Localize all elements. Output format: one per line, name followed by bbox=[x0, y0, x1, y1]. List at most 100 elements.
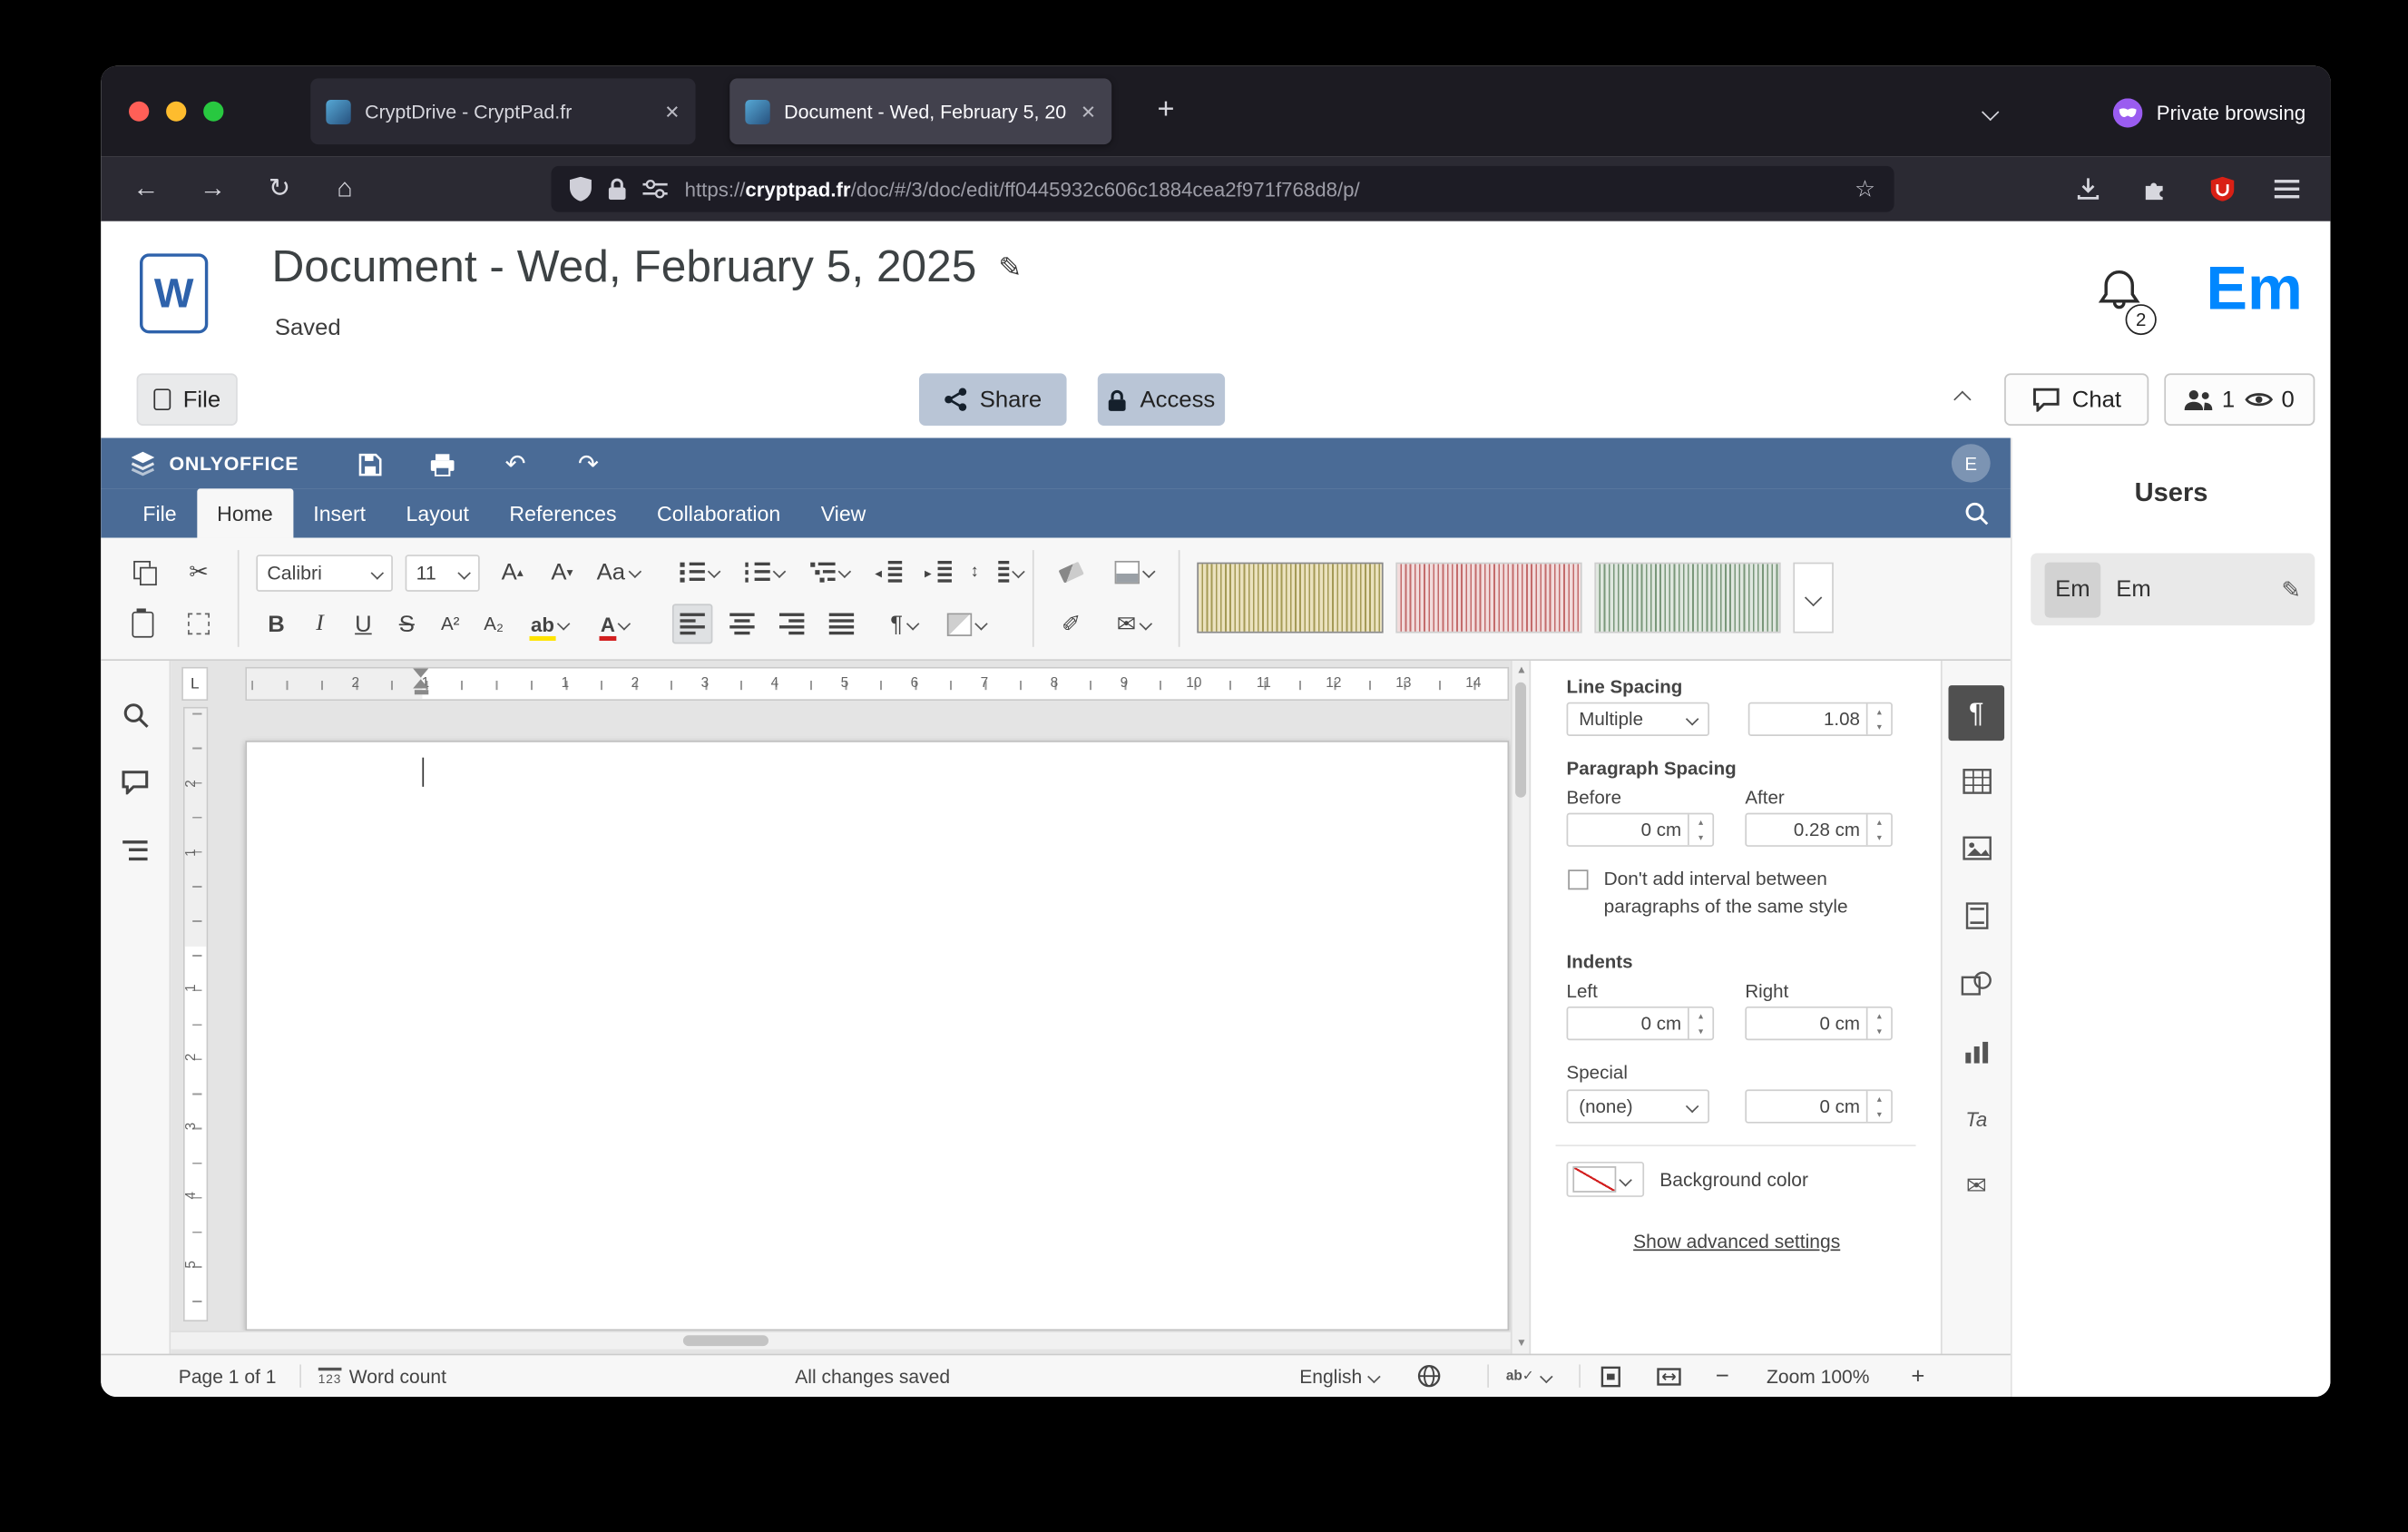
zoom-level[interactable]: Zoom 100% bbox=[1759, 1355, 1877, 1397]
editor-menu-tab[interactable]: Insert bbox=[293, 488, 386, 537]
spinner-up-icon[interactable]: ▴ bbox=[1689, 814, 1713, 830]
indent-right-spinner[interactable]: 0 cm ▴▾ bbox=[1745, 1007, 1893, 1040]
spinner-up-icon[interactable]: ▴ bbox=[1868, 1008, 1892, 1024]
downloads-button[interactable] bbox=[2067, 168, 2110, 211]
left-indent-marker[interactable] bbox=[413, 679, 428, 688]
advanced-settings-link[interactable]: Show advanced settings bbox=[1633, 1231, 1840, 1252]
list-all-tabs-button[interactable] bbox=[1970, 93, 2010, 133]
editor-menu-tab[interactable]: Collaboration bbox=[637, 488, 801, 537]
scrollbar-thumb[interactable] bbox=[683, 1335, 768, 1346]
header-footer-settings-tab[interactable] bbox=[1948, 889, 2004, 944]
align-right-button[interactable] bbox=[771, 604, 811, 643]
indent-marker-base[interactable] bbox=[415, 690, 428, 694]
shape-settings-tab[interactable] bbox=[1948, 956, 2004, 1011]
spinner-up-icon[interactable]: ▴ bbox=[1868, 1091, 1892, 1106]
font-size-select[interactable]: 11 bbox=[406, 555, 480, 592]
access-button[interactable]: Access bbox=[1098, 373, 1225, 426]
reload-button[interactable]: ↻ bbox=[258, 168, 301, 211]
vertical-ruler[interactable] bbox=[183, 707, 208, 1321]
tab-cryptdrive[interactable]: CryptDrive - CryptPad.fr ✕ bbox=[310, 78, 695, 144]
notifications-button[interactable]: 2 bbox=[2098, 268, 2159, 335]
align-left-button[interactable] bbox=[672, 604, 712, 643]
first-line-indent-marker[interactable] bbox=[413, 668, 428, 677]
editor-menu-tab[interactable]: View bbox=[800, 488, 886, 537]
decrease-font-button[interactable]: A▾ bbox=[542, 552, 582, 592]
spinner-up-icon[interactable]: ▴ bbox=[1868, 703, 1892, 719]
font-name-select[interactable]: Calibri bbox=[256, 555, 393, 592]
bookmark-star-icon[interactable]: ☆ bbox=[1855, 175, 1875, 202]
user-list-button[interactable]: 1 0 bbox=[2164, 373, 2315, 426]
zoom-out-button[interactable]: − bbox=[1716, 1355, 1729, 1397]
new-tab-button[interactable]: + bbox=[1144, 89, 1188, 132]
close-tab-icon[interactable]: ✕ bbox=[1081, 101, 1096, 123]
mail-merge-settings-tab[interactable]: ✉ bbox=[1948, 1159, 2004, 1214]
back-button[interactable]: ← bbox=[124, 168, 168, 211]
spacing-after-spinner[interactable]: 0.28 cm ▴▾ bbox=[1745, 813, 1893, 847]
line-spacing-button[interactable]: ↕ bbox=[970, 552, 1023, 592]
align-justify-button[interactable] bbox=[821, 604, 861, 643]
decrease-indent-button[interactable] bbox=[868, 552, 908, 592]
superscript-button[interactable]: A² bbox=[430, 604, 470, 643]
editor-search-button[interactable] bbox=[1964, 501, 1989, 534]
edit-name-pencil-icon[interactable]: ✎ bbox=[2281, 575, 2301, 603]
spinner-down-icon[interactable]: ▾ bbox=[1689, 1024, 1713, 1039]
fit-page-button[interactable] bbox=[1600, 1355, 1620, 1397]
print-button[interactable] bbox=[422, 444, 462, 484]
comments-button[interactable] bbox=[113, 761, 157, 803]
fit-width-button[interactable] bbox=[1657, 1355, 1681, 1397]
copy-style-button[interactable]: ✐ bbox=[1051, 604, 1091, 643]
fill-color-button[interactable] bbox=[1107, 552, 1160, 592]
bullets-button[interactable] bbox=[672, 552, 725, 592]
interval-checkbox[interactable] bbox=[1568, 869, 1588, 889]
multilevel-list-button[interactable] bbox=[803, 552, 856, 592]
vertical-scrollbar[interactable]: ▲ ▼ bbox=[1511, 661, 1530, 1354]
mail-merge-button[interactable]: ✉ bbox=[1107, 604, 1160, 643]
text-art-settings-tab[interactable]: Ta bbox=[1948, 1091, 2004, 1146]
spinner-up-icon[interactable]: ▴ bbox=[1868, 814, 1892, 830]
scroll-up-icon[interactable]: ▲ bbox=[1512, 665, 1532, 676]
cut-button[interactable]: ✂ bbox=[179, 552, 219, 592]
copy-button[interactable] bbox=[122, 552, 162, 592]
select-all-button[interactable] bbox=[179, 604, 219, 643]
font-color-button[interactable]: A bbox=[589, 604, 641, 643]
highlight-color-button[interactable]: ab bbox=[524, 604, 576, 643]
document-language-button[interactable] bbox=[1417, 1355, 1441, 1397]
scrollbar-thumb[interactable] bbox=[1515, 683, 1526, 798]
align-center-button[interactable] bbox=[722, 604, 762, 643]
bold-button[interactable]: B bbox=[256, 604, 296, 643]
spellcheck-button[interactable]: ab✓ bbox=[1506, 1355, 1551, 1397]
account-avatar[interactable]: Em bbox=[2190, 246, 2317, 332]
line-spacing-value-spinner[interactable]: 1.08 ▴▾ bbox=[1748, 702, 1893, 736]
change-case-button[interactable]: Aa bbox=[592, 552, 644, 592]
language-select[interactable]: English bbox=[1299, 1355, 1379, 1397]
tab-document[interactable]: Document - Wed, February 5, 20 ✕ bbox=[729, 78, 1111, 144]
spinner-down-icon[interactable]: ▾ bbox=[1868, 1106, 1892, 1122]
underline-button[interactable]: U bbox=[343, 604, 383, 643]
editor-menu-tab[interactable]: References bbox=[489, 488, 637, 537]
background-color-button[interactable] bbox=[1567, 1162, 1645, 1197]
file-menu-button[interactable]: File bbox=[137, 373, 238, 426]
strikethrough-button[interactable]: S bbox=[387, 604, 426, 643]
permissions-icon[interactable] bbox=[642, 180, 667, 198]
home-button[interactable]: ⌂ bbox=[323, 168, 367, 211]
horizontal-scrollbar[interactable] bbox=[171, 1331, 1511, 1349]
zoom-in-button[interactable]: + bbox=[1911, 1355, 1924, 1397]
editor-menu-tab[interactable]: Home bbox=[197, 488, 293, 537]
document-page[interactable] bbox=[245, 741, 1509, 1331]
close-window-button[interactable] bbox=[129, 102, 149, 122]
collapse-toolbar-button[interactable] bbox=[1936, 373, 1989, 426]
image-settings-tab[interactable] bbox=[1948, 820, 2004, 876]
increase-indent-button[interactable] bbox=[917, 552, 957, 592]
special-indent-spinner[interactable]: 0 cm ▴▾ bbox=[1745, 1089, 1893, 1123]
line-spacing-select[interactable]: Multiple bbox=[1567, 702, 1709, 736]
forward-button[interactable]: → bbox=[191, 168, 234, 211]
chart-settings-tab[interactable] bbox=[1948, 1024, 2004, 1079]
user-list-item[interactable]: Em Em ✎ bbox=[2031, 554, 2315, 626]
redo-button[interactable]: ↷ bbox=[568, 444, 608, 484]
subscript-button[interactable]: A₂ bbox=[474, 604, 514, 643]
ublock-button[interactable] bbox=[2200, 168, 2244, 211]
chat-button[interactable]: Chat bbox=[2004, 373, 2149, 426]
url-bar[interactable]: https://cryptpad.fr/doc/#/3/doc/edit/ff0… bbox=[551, 166, 1894, 212]
table-settings-tab[interactable] bbox=[1948, 753, 2004, 809]
page-indicator[interactable]: Page 1 of 1 bbox=[179, 1355, 277, 1397]
